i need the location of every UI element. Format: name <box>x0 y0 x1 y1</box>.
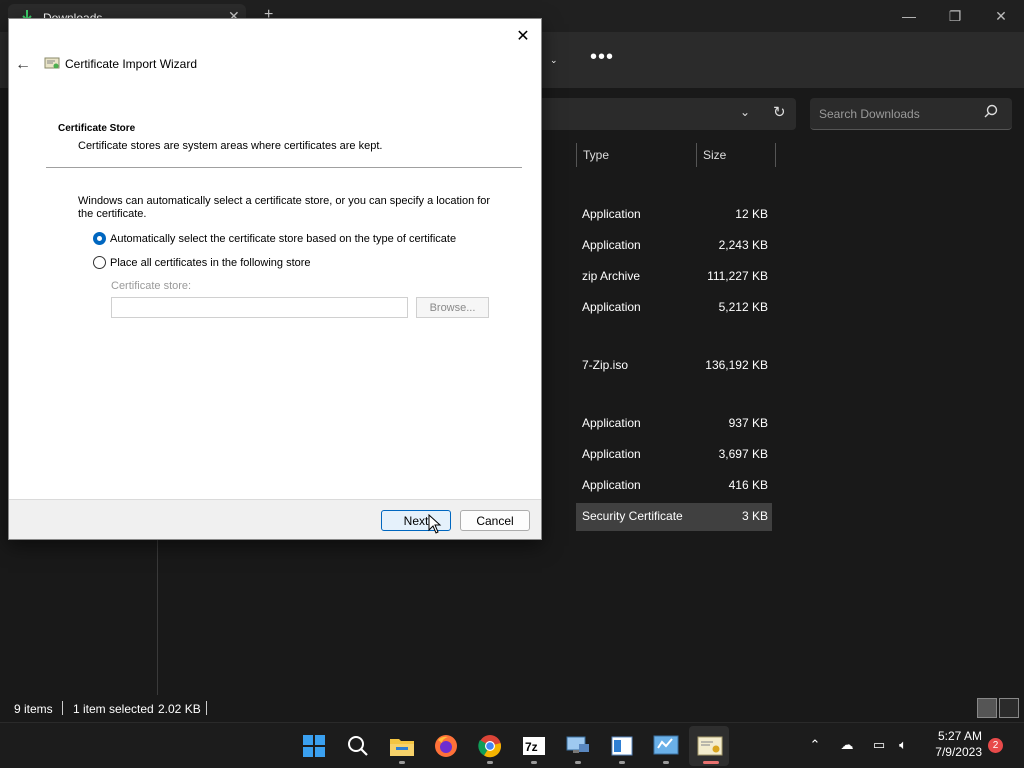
radio-manual-store[interactable]: Place all certificates in the following … <box>93 256 311 269</box>
large-icons-view-icon[interactable] <box>999 698 1019 718</box>
file-type: Application <box>582 478 641 492</box>
file-size: 3,697 KB <box>718 447 768 461</box>
refresh-icon[interactable]: ↻ <box>773 103 786 121</box>
file-type: Application <box>582 238 641 252</box>
cancel-button[interactable]: Cancel <box>460 510 530 531</box>
search-input[interactable]: Search Downloads <box>810 98 1012 130</box>
certificate-icon <box>44 57 60 69</box>
running-indicator <box>575 761 581 764</box>
selection-size: 2.02 KB <box>158 702 201 716</box>
system-clock[interactable]: 5:27 AM 7/9/2023 <box>916 728 982 760</box>
table-row[interactable]: Application 12 KB <box>576 201 772 229</box>
dialog-footer: Next Cancel <box>9 499 541 539</box>
dialog-title: Certificate Import Wizard <box>65 57 198 71</box>
remote-desktop-icon[interactable] <box>564 732 592 760</box>
clock-time: 5:27 AM <box>937 729 982 743</box>
radio-label: Place all certificates in the following … <box>110 256 311 269</box>
control-panel-icon[interactable] <box>652 732 680 760</box>
mouse-cursor-icon <box>428 514 442 534</box>
status-divider <box>62 701 63 715</box>
taskbar: 7z ⌃ ☁ ▭ 🔈︎ 5:27 AM 7/9/2023 2 <box>0 722 1024 768</box>
network-icon[interactable]: ▭ <box>870 736 888 754</box>
intro-text: Windows can automatically select a certi… <box>78 195 491 220</box>
onedrive-offline-icon[interactable]: ☁ <box>838 736 856 754</box>
search-icon[interactable] <box>344 732 372 760</box>
more-options-icon[interactable]: ••• <box>590 46 614 69</box>
table-row-selected[interactable]: Security Certificate 3 KB <box>576 503 772 531</box>
file-size: 111,227 KB <box>707 269 768 283</box>
back-arrow-icon[interactable]: ← <box>15 56 31 73</box>
item-count: 9 items <box>14 702 53 716</box>
file-size: 937 KB <box>728 416 768 430</box>
file-type: Security Certificate <box>582 509 683 523</box>
certificate-store-field <box>111 297 408 318</box>
file-type: Application <box>582 300 641 314</box>
file-type: Application <box>582 447 641 461</box>
table-row[interactable]: Application 2,243 KB <box>576 232 772 260</box>
volume-icon[interactable]: 🔈︎ <box>894 736 912 754</box>
running-indicator <box>531 761 537 764</box>
maximize-icon[interactable]: ❐ <box>932 0 978 32</box>
browse-button: Browse... <box>416 297 489 318</box>
running-indicator <box>399 761 405 764</box>
window-controls: — ❐ ✕ <box>886 0 1024 32</box>
file-size: 136,192 KB <box>705 358 768 372</box>
start-icon[interactable] <box>300 732 328 760</box>
selection-count: 1 item selected <box>73 702 154 716</box>
notification-badge[interactable]: 2 <box>988 738 1003 753</box>
file-size: 12 KB <box>735 207 768 221</box>
clock-date: 7/9/2023 <box>935 745 982 759</box>
running-indicator <box>487 761 493 764</box>
divider <box>46 167 522 168</box>
radio-button-checked[interactable] <box>93 232 106 245</box>
chevron-down-icon: ⌄ <box>550 55 558 65</box>
radio-label: Automatically select the certificate sto… <box>110 232 457 245</box>
column-header-type[interactable]: Type <box>576 143 696 167</box>
table-row[interactable]: Application 3,697 KB <box>576 441 772 469</box>
section-title: Certificate Store <box>58 123 136 134</box>
search-placeholder: Search Downloads <box>819 107 920 121</box>
running-indicator <box>619 761 625 764</box>
file-explorer-icon[interactable] <box>388 732 416 760</box>
certificate-import-wizard-dialog: ✕ ← Certificate Import Wizard Certificat… <box>8 18 542 540</box>
chrome-icon[interactable] <box>476 732 504 760</box>
running-indicator <box>663 761 669 764</box>
details-view-icon[interactable] <box>977 698 997 718</box>
certificate-store-label: Certificate store: <box>111 280 192 292</box>
certificate-icon[interactable] <box>696 732 724 760</box>
file-size: 5,212 KB <box>718 300 768 314</box>
status-bar: 9 items 1 item selected 2.02 KB <box>0 696 1024 722</box>
svg-text:7z: 7z <box>525 740 538 754</box>
chevron-down-icon[interactable]: ⌄ <box>740 105 750 119</box>
table-row[interactable]: Application 416 KB <box>576 472 772 500</box>
address-bar[interactable]: ⌄ ↻ <box>520 98 796 130</box>
radio-auto-select[interactable]: Automatically select the certificate sto… <box>93 232 456 245</box>
table-row[interactable]: Application 937 KB <box>576 410 772 438</box>
table-row[interactable]: 7-Zip.iso 136,192 KB <box>576 352 772 380</box>
section-description: Certificate stores are system areas wher… <box>78 140 383 152</box>
table-row[interactable]: zip Archive 111,227 KB <box>576 263 772 291</box>
firefox-icon[interactable] <box>432 732 460 760</box>
7zip-icon[interactable]: 7z <box>520 732 548 760</box>
file-type: zip Archive <box>582 269 641 283</box>
column-header-size[interactable]: Size <box>696 143 776 167</box>
close-window-icon[interactable]: ✕ <box>978 0 1024 32</box>
chevron-up-icon[interactable]: ⌃ <box>806 736 824 754</box>
window-app-icon[interactable] <box>608 732 636 760</box>
minimize-icon[interactable]: — <box>886 0 932 32</box>
status-divider <box>206 701 207 715</box>
close-icon[interactable]: ✕ <box>511 24 535 48</box>
file-size: 416 KB <box>728 478 768 492</box>
file-size: 2,243 KB <box>718 238 768 252</box>
file-type: Application <box>582 207 641 221</box>
table-row[interactable]: Application 5,212 KB <box>576 294 772 322</box>
file-type: Application <box>582 416 641 430</box>
radio-button[interactable] <box>93 256 106 269</box>
running-indicator-active <box>703 761 719 764</box>
file-size: 3 KB <box>741 509 768 523</box>
file-type: 7-Zip.iso <box>582 358 629 372</box>
search-icon[interactable] <box>984 104 998 118</box>
